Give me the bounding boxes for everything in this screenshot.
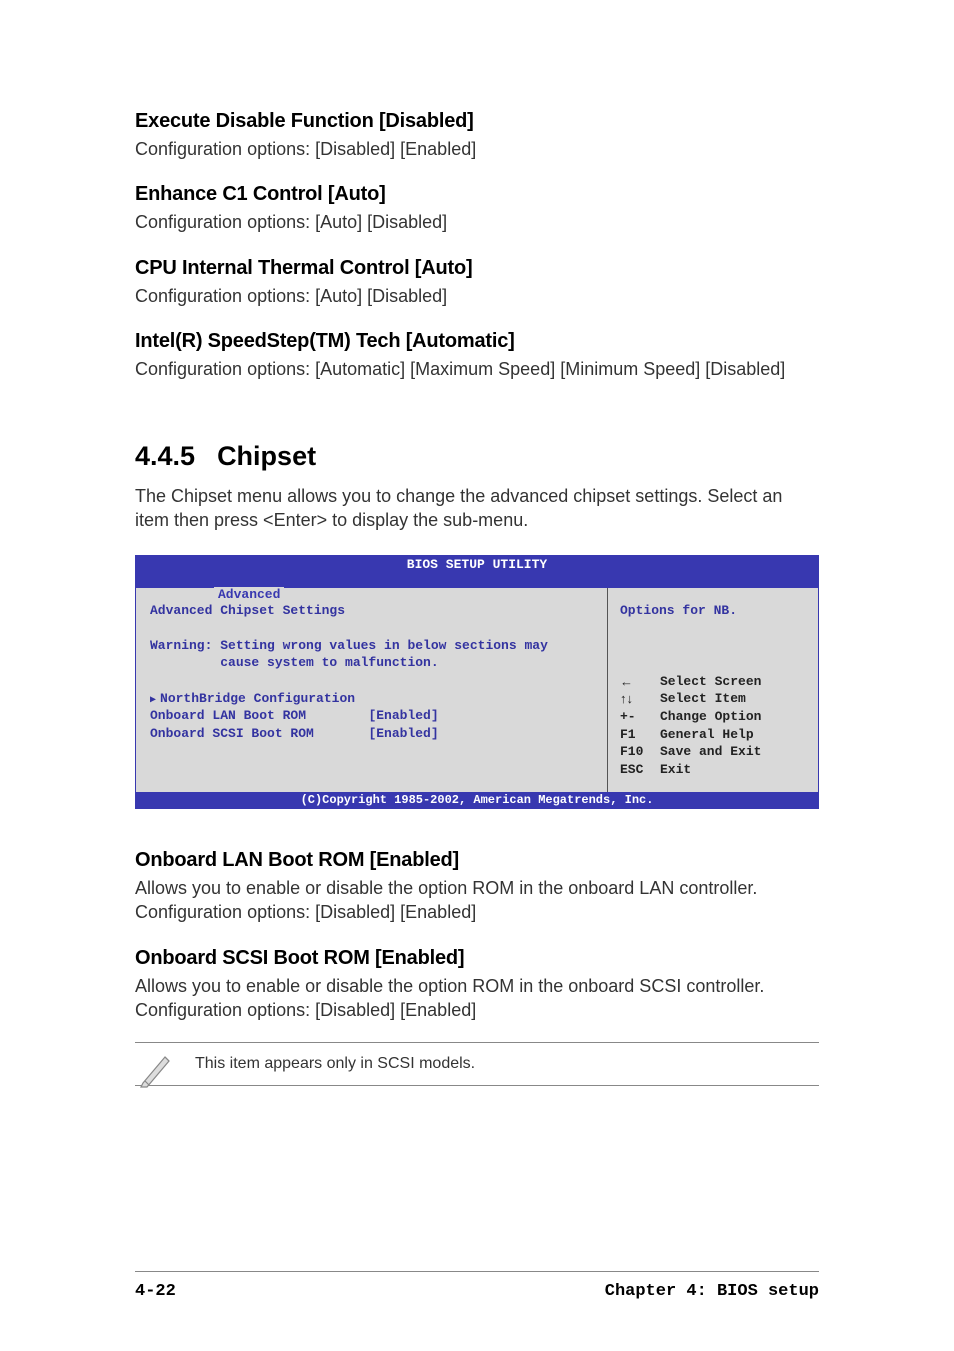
bios-title: BIOS SETUP UTILITY xyxy=(136,556,818,573)
bios-item-lan-label: Onboard LAN Boot ROM xyxy=(150,708,306,723)
bios-item-northbridge-label: NorthBridge Configuration xyxy=(160,691,355,706)
text-onboard-lan: Allows you to enable or disable the opti… xyxy=(135,876,819,925)
heading-execute-disable: Execute Disable Function [Disabled] xyxy=(135,110,819,133)
bios-warning-1: Warning: Setting wrong values in below s… xyxy=(150,637,593,655)
bios-item-scsi-label: Onboard SCSI Boot ROM xyxy=(150,726,314,741)
page-number: 4-22 xyxy=(135,1282,176,1301)
bios-item-scsi[interactable]: Onboard SCSI Boot ROM [Enabled] xyxy=(150,725,593,743)
bios-screenshot: BIOS SETUP UTILITY Advanced Advanced Chi… xyxy=(135,555,819,809)
chapter-label: Chapter 4: BIOS setup xyxy=(605,1282,819,1301)
pencil-icon xyxy=(135,1047,179,1091)
nav-key-updown: ↑↓ xyxy=(620,690,660,708)
page-footer: 4-22 Chapter 4: BIOS setup xyxy=(135,1271,819,1301)
bios-main-panel: Advanced Chipset Settings Warning: Setti… xyxy=(136,588,608,792)
bios-side-heading: Options for NB. xyxy=(620,602,806,620)
chapter-number: 4.4.5 xyxy=(135,441,195,472)
text-enhance-c1: Configuration options: [Auto] [Disabled] xyxy=(135,210,819,234)
bios-body: Advanced Chipset Settings Warning: Setti… xyxy=(136,588,818,792)
nav-val-save-exit: Save and Exit xyxy=(660,743,761,761)
bios-side-panel: Options for NB. ←Select Screen ↑↓Select … xyxy=(608,588,818,792)
triangle-right-icon xyxy=(150,691,160,706)
nav-key-f1: F1 xyxy=(620,726,660,744)
nav-val-general-help: General Help xyxy=(660,726,754,744)
nav-key-left: ← xyxy=(620,673,660,691)
chapter-title: Chipset xyxy=(217,441,316,471)
chapter-heading: 4.4.5 Chipset xyxy=(135,441,819,472)
nav-val-exit: Exit xyxy=(660,761,691,779)
nav-val-select-screen: Select Screen xyxy=(660,673,761,691)
bios-item-northbridge[interactable]: NorthBridge Configuration xyxy=(150,690,593,708)
bios-tab-advanced[interactable]: Advanced xyxy=(214,587,284,602)
nav-val-select-item: Select Item xyxy=(660,690,746,708)
heading-onboard-lan: Onboard LAN Boot ROM [Enabled] xyxy=(135,849,819,872)
heading-cpu-thermal: CPU Internal Thermal Control [Auto] xyxy=(135,257,819,280)
bios-tab-row: Advanced xyxy=(136,573,818,588)
spacer xyxy=(150,672,593,690)
bios-item-scsi-value: [Enabled] xyxy=(368,726,438,741)
nav-key-esc: ESC xyxy=(620,761,660,779)
heading-onboard-scsi: Onboard SCSI Boot ROM [Enabled] xyxy=(135,947,819,970)
note-text: This item appears only in SCSI models. xyxy=(195,1055,475,1072)
text-execute-disable: Configuration options: [Disabled] [Enabl… xyxy=(135,137,819,161)
chapter-intro: The Chipset menu allows you to change th… xyxy=(135,484,819,533)
nav-key-f10: F10 xyxy=(620,743,660,761)
bios-item-lan-value: [Enabled] xyxy=(368,708,438,723)
text-speedstep: Configuration options: [Automatic] [Maxi… xyxy=(135,357,819,381)
text-cpu-thermal: Configuration options: [Auto] [Disabled] xyxy=(135,284,819,308)
bios-nav-help: ←Select Screen ↑↓Select Item +-Change Op… xyxy=(620,673,761,778)
note-box: This item appears only in SCSI models. xyxy=(135,1042,819,1086)
bios-item-lan[interactable]: Onboard LAN Boot ROM [Enabled] xyxy=(150,707,593,725)
spacer xyxy=(150,619,593,637)
heading-speedstep: Intel(R) SpeedStep(TM) Tech [Automatic] xyxy=(135,330,819,353)
text-onboard-scsi: Allows you to enable or disable the opti… xyxy=(135,974,819,1023)
heading-enhance-c1: Enhance C1 Control [Auto] xyxy=(135,183,819,206)
bios-warning-2: cause system to malfunction. xyxy=(150,654,593,672)
bios-copyright: (C)Copyright 1985-2002, American Megatre… xyxy=(136,792,818,808)
nav-val-change-option: Change Option xyxy=(660,708,761,726)
nav-key-plusminus: +- xyxy=(620,708,660,726)
bios-heading: Advanced Chipset Settings xyxy=(150,602,593,620)
